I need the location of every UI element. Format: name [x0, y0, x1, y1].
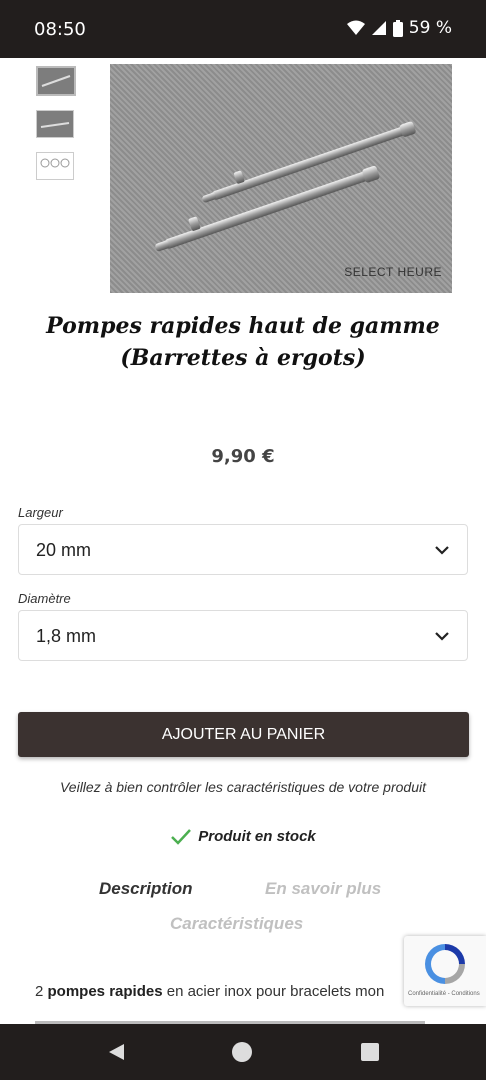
chevron-down-icon	[435, 546, 449, 555]
description-prefix: 2	[35, 983, 48, 1000]
description-bold: pompes rapides	[47, 983, 163, 1000]
status-time: 08:50	[34, 19, 86, 40]
product-title: Pompes rapides haut de gamme (Barrettes …	[20, 310, 466, 374]
description-rest: en acier inox pour bracelets mon	[162, 983, 385, 1000]
tab-more-info[interactable]: En savoir plus	[265, 879, 381, 899]
description-text: 2 pompes rapides en acier inox pour brac…	[35, 983, 455, 1000]
navigation-bar	[0, 1024, 486, 1080]
recaptcha-badge[interactable]: Confidentialité - Conditions	[404, 936, 486, 1006]
product-notice: Veillez à bien contrôler les caractérist…	[59, 779, 426, 795]
width-select-value: 20 mm	[36, 540, 92, 560]
thumbnail-3[interactable]	[36, 152, 74, 180]
status-icons: 59 %	[346, 18, 452, 38]
cut-off-text-line	[35, 1021, 425, 1024]
home-icon[interactable]	[232, 1042, 252, 1062]
diagram-thumbnail-icon	[40, 158, 70, 168]
back-icon[interactable]	[106, 1042, 126, 1062]
description-next-line	[35, 1014, 455, 1024]
width-select[interactable]: 20 mm	[18, 524, 468, 575]
spring-bar-thumbnail-icon	[41, 75, 71, 87]
tab-specifications[interactable]: Caractéristiques	[170, 914, 303, 934]
thumbnail-2[interactable]	[36, 110, 74, 138]
product-image[interactable]: SELECT HEURE	[110, 64, 452, 293]
width-label: Largeur	[18, 505, 63, 520]
product-price: 9,90 €	[211, 446, 275, 467]
chevron-down-icon	[435, 632, 449, 641]
recaptcha-links[interactable]: Confidentialité - Conditions	[408, 991, 480, 997]
diameter-label: Diamètre	[18, 591, 71, 606]
signal-icon	[371, 21, 386, 35]
diameter-select-value: 1,8 mm	[36, 626, 97, 646]
battery-icon	[392, 19, 403, 37]
diameter-select[interactable]: 1,8 mm	[18, 610, 468, 661]
thumbnail-strip	[36, 66, 76, 194]
product-title-line1: Pompes rapides haut de gamme	[46, 313, 440, 339]
check-icon	[171, 829, 192, 845]
product-title-line2: (Barrettes à ergots)	[120, 345, 366, 371]
recents-icon[interactable]	[361, 1043, 379, 1061]
spring-bars-photo	[155, 121, 416, 252]
spring-bar-thumbnail-icon	[40, 122, 70, 128]
tab-description[interactable]: Description	[99, 879, 193, 899]
image-watermark: SELECT HEURE	[344, 265, 442, 279]
battery-percent: 59 %	[408, 18, 452, 38]
recaptcha-icon	[425, 944, 465, 984]
status-bar: 08:50 59 %	[0, 0, 486, 58]
thumbnail-1[interactable]	[36, 66, 76, 96]
add-to-cart-button[interactable]: AJOUTER AU PANIER	[18, 712, 469, 757]
stock-text: Produit en stock	[198, 828, 316, 845]
stock-status: Produit en stock	[0, 828, 486, 846]
wifi-icon	[346, 20, 365, 35]
